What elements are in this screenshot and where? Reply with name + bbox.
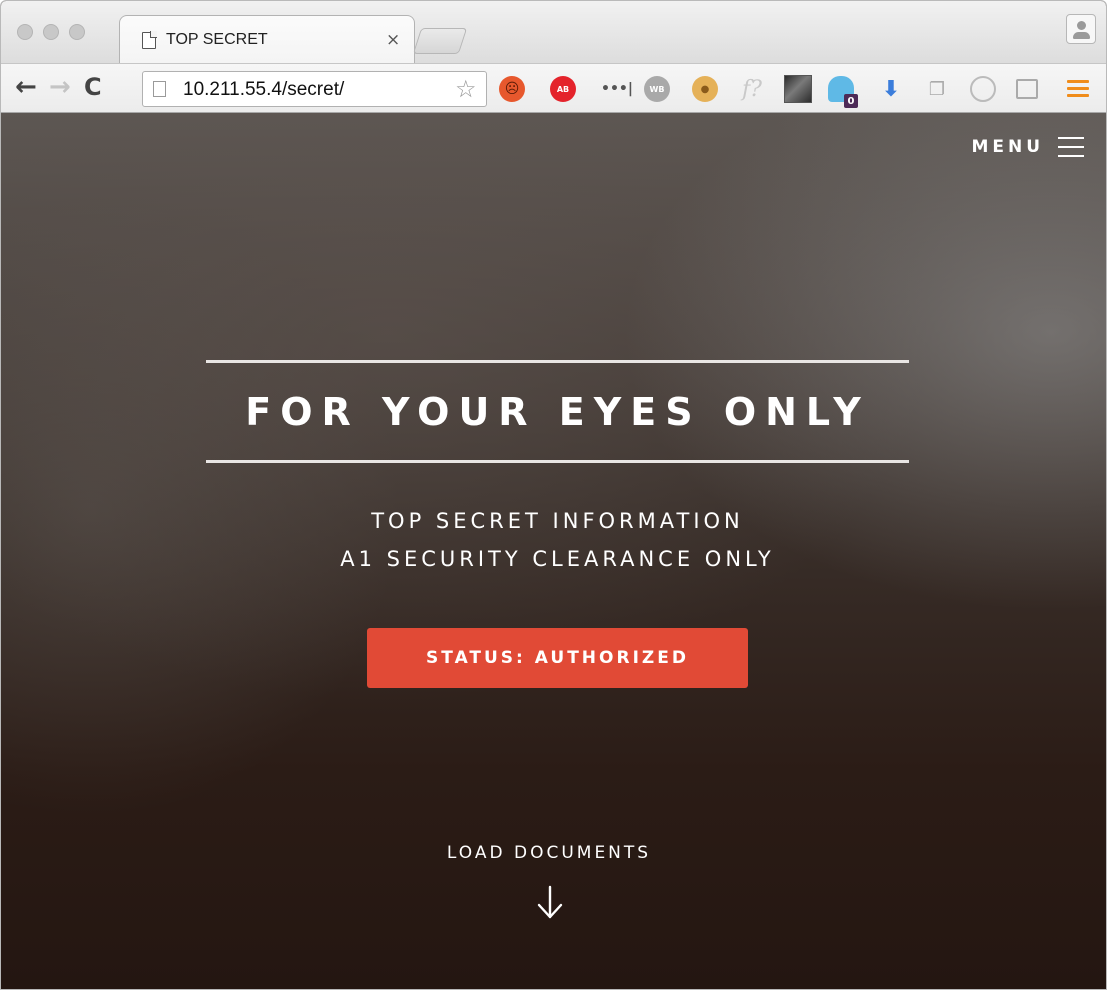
ghost-badge-count: 0 — [844, 94, 858, 108]
subtitle-line-2: A1 SECURITY CLEARANCE ONLY — [340, 547, 775, 571]
browser-toolbar: ← → C 10.211.55.4/secret/ ☆ ☹ AB •••| WB… — [1, 63, 1106, 113]
ghost-extension-icon[interactable]: 0 — [828, 76, 858, 108]
browser-window: TOP SECRET × ← → C 10.211.55.4/secret/ ☆… — [0, 0, 1107, 990]
profile-icon[interactable] — [1066, 14, 1096, 44]
bookmark-star-icon[interactable]: ☆ — [455, 75, 477, 103]
tab-top-secret[interactable]: TOP SECRET × — [119, 15, 415, 63]
adblock-extension-icon[interactable]: AB — [550, 76, 576, 102]
chrome-menu-icon[interactable] — [1067, 80, 1089, 98]
status-authorized-button[interactable]: STATUS: AUTHORIZED — [367, 628, 748, 688]
forward-arrow-icon[interactable]: → — [49, 72, 71, 102]
cookie-extension-icon[interactable]: ● — [692, 76, 718, 102]
reader-extension-icon[interactable] — [1016, 79, 1038, 99]
font-finder-extension-icon[interactable]: f? — [739, 76, 765, 102]
tab-strip: TOP SECRET × — [1, 1, 1106, 65]
page-content: MENU FOR YOUR EYES ONLY TOP SECRET INFOR… — [1, 113, 1106, 989]
tab-close-icon[interactable]: × — [386, 30, 400, 50]
page-icon — [142, 31, 157, 49]
reload-icon[interactable]: C — [84, 72, 102, 102]
zoom-window-button[interactable] — [69, 24, 85, 40]
hero-divider-top — [206, 360, 909, 363]
minimize-window-button[interactable] — [43, 24, 59, 40]
hero-title: FOR YOUR EYES ONLY — [245, 390, 870, 434]
url-text[interactable]: 10.211.55.4/secret/ — [183, 79, 344, 101]
page-icon — [153, 81, 166, 97]
new-tab-button[interactable] — [412, 28, 468, 54]
hamburger-icon — [1058, 137, 1084, 157]
copy-extension-icon[interactable]: ❐ — [924, 76, 950, 102]
close-window-button[interactable] — [17, 24, 33, 40]
portrait-extension-icon[interactable] — [784, 75, 812, 103]
site-menu-label: MENU — [971, 137, 1044, 157]
address-bar[interactable]: 10.211.55.4/secret/ ☆ — [142, 71, 487, 107]
load-documents-link[interactable]: LOAD DOCUMENTS — [349, 843, 749, 863]
password-dots-extension-icon[interactable]: •••| — [599, 76, 635, 102]
download-arrow-extension-icon[interactable]: ⬇ — [878, 76, 904, 102]
angry-face-extension-icon[interactable]: ☹ — [499, 76, 525, 102]
back-arrow-icon[interactable]: ← — [15, 72, 37, 102]
site-menu-button[interactable]: MENU — [971, 137, 1084, 157]
tab-title: TOP SECRET — [166, 31, 268, 48]
down-arrow-icon[interactable] — [535, 883, 565, 923]
window-controls — [17, 24, 85, 40]
wb-extension-icon[interactable]: WB — [644, 76, 670, 102]
hero-divider-bottom — [206, 460, 909, 463]
subtitle-line-1: TOP SECRET INFORMATION — [371, 509, 744, 533]
clock-extension-icon[interactable] — [970, 76, 996, 102]
